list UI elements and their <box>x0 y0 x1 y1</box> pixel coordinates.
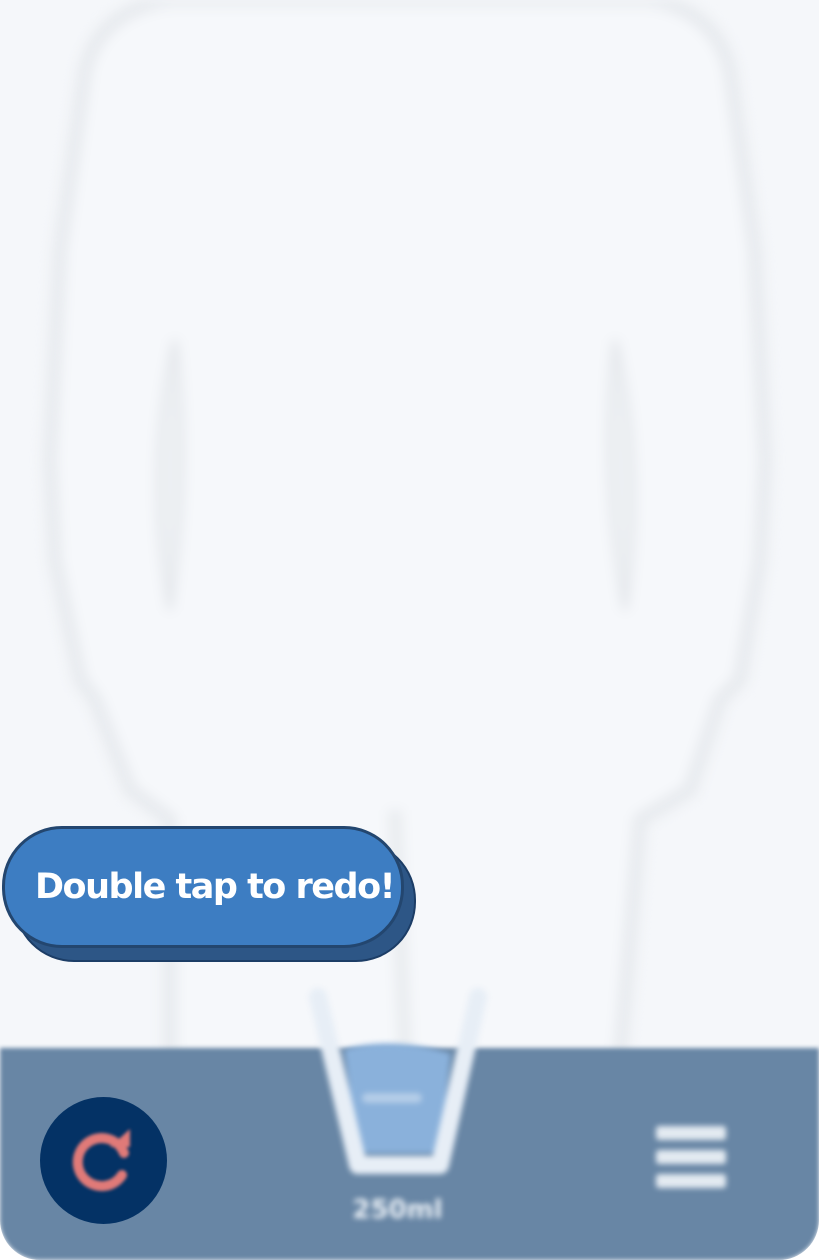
redo-icon <box>72 1128 130 1191</box>
redo-button[interactable] <box>40 1097 167 1224</box>
menu-grid-icon[interactable] <box>656 1126 726 1192</box>
tooltip[interactable]: Double tap to redo! <box>0 826 418 966</box>
water-glass[interactable] <box>300 975 495 1185</box>
glass-amount-label: 250ml <box>352 1195 443 1225</box>
glass-highlight <box>362 1093 422 1103</box>
app-screen: 250ml Double tap to redo! <box>0 0 819 1260</box>
water-glass-icon <box>309 988 487 1174</box>
tooltip-text: Double tap to redo! <box>35 867 396 907</box>
tooltip-bubble: Double tap to redo! <box>2 826 404 948</box>
